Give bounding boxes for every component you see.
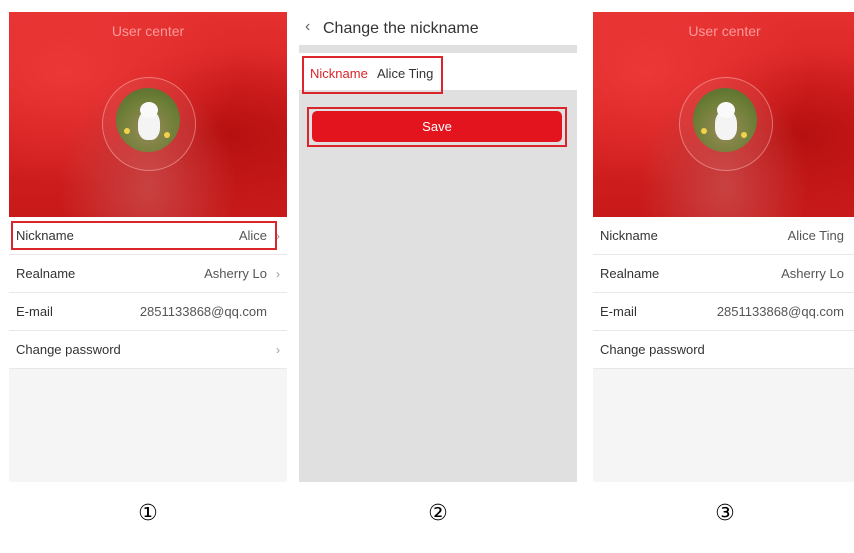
top-bar: ‹ Change the nickname <box>299 12 577 45</box>
row-value: Asherry Lo <box>204 266 267 281</box>
step-number-2: ② <box>428 500 448 525</box>
dog-head-image <box>716 102 735 118</box>
row-label: Change password <box>16 342 121 357</box>
row-value: 2851133868@qq.com <box>139 304 267 319</box>
row-value: Alice <box>238 228 267 243</box>
flower-decoration <box>740 132 747 138</box>
chevron-right-icon: › <box>276 228 280 243</box>
nickname-field[interactable]: Nickname Alice Ting <box>299 53 577 90</box>
profile-header: User center <box>593 12 854 217</box>
dog-head-image <box>140 102 158 118</box>
row-label: Realname <box>16 266 76 281</box>
flower-decoration <box>700 128 707 134</box>
flower-decoration <box>164 132 170 138</box>
change-password-row[interactable]: Change password › <box>9 331 287 369</box>
change-password-row[interactable]: Change password › <box>593 331 854 369</box>
row-label: Nickname <box>16 228 74 243</box>
profile-header: User center <box>9 12 287 217</box>
chevron-right-icon: › <box>276 266 280 281</box>
row-value: Alice Ting <box>787 228 844 243</box>
nickname-label: Nickname <box>310 66 368 81</box>
screen-user-center-after: User center Nickname Alice Ting › Realna… <box>593 12 854 482</box>
step-number-1: ① <box>138 500 158 525</box>
row-label: E-mail <box>16 304 53 319</box>
page-title: Change the nickname <box>323 20 479 37</box>
flower-decoration <box>124 128 130 134</box>
screen-change-nickname: ‹ Change the nickname Nickname Alice Tin… <box>299 12 577 482</box>
back-icon[interactable]: ‹ <box>305 18 310 36</box>
avatar[interactable] <box>692 88 757 152</box>
email-row: E-mail 2851133868@qq.com <box>9 293 287 331</box>
row-label: Change password <box>600 342 705 357</box>
save-button[interactable]: Save <box>312 111 562 142</box>
row-value: Asherry Lo <box>781 266 844 281</box>
profile-list: Nickname Alice › Realname Asherry Lo › E… <box>9 217 287 369</box>
nickname-input[interactable]: Alice Ting <box>377 66 433 81</box>
row-label: Nickname <box>600 228 658 243</box>
profile-list: Nickname Alice Ting › Realname Asherry L… <box>593 217 854 369</box>
row-label: Realname <box>600 266 660 281</box>
realname-row[interactable]: Realname Asherry Lo › <box>9 255 287 293</box>
avatar[interactable] <box>116 88 180 152</box>
row-value: 2851133868@qq.com <box>716 304 844 319</box>
page-title: User center <box>111 23 185 39</box>
page-title: User center <box>688 23 761 39</box>
chevron-right-icon: › <box>276 342 280 357</box>
step-number-3: ③ <box>715 500 735 525</box>
screen-user-center-before: User center Nickname Alice › Realname As… <box>9 12 287 482</box>
realname-row[interactable]: Realname Asherry Lo › <box>593 255 854 293</box>
nickname-row[interactable]: Nickname Alice Ting › <box>593 217 854 255</box>
email-row: E-mail 2851133868@qq.com <box>593 293 854 331</box>
row-label: E-mail <box>600 304 637 319</box>
nickname-row[interactable]: Nickname Alice › <box>9 217 287 255</box>
